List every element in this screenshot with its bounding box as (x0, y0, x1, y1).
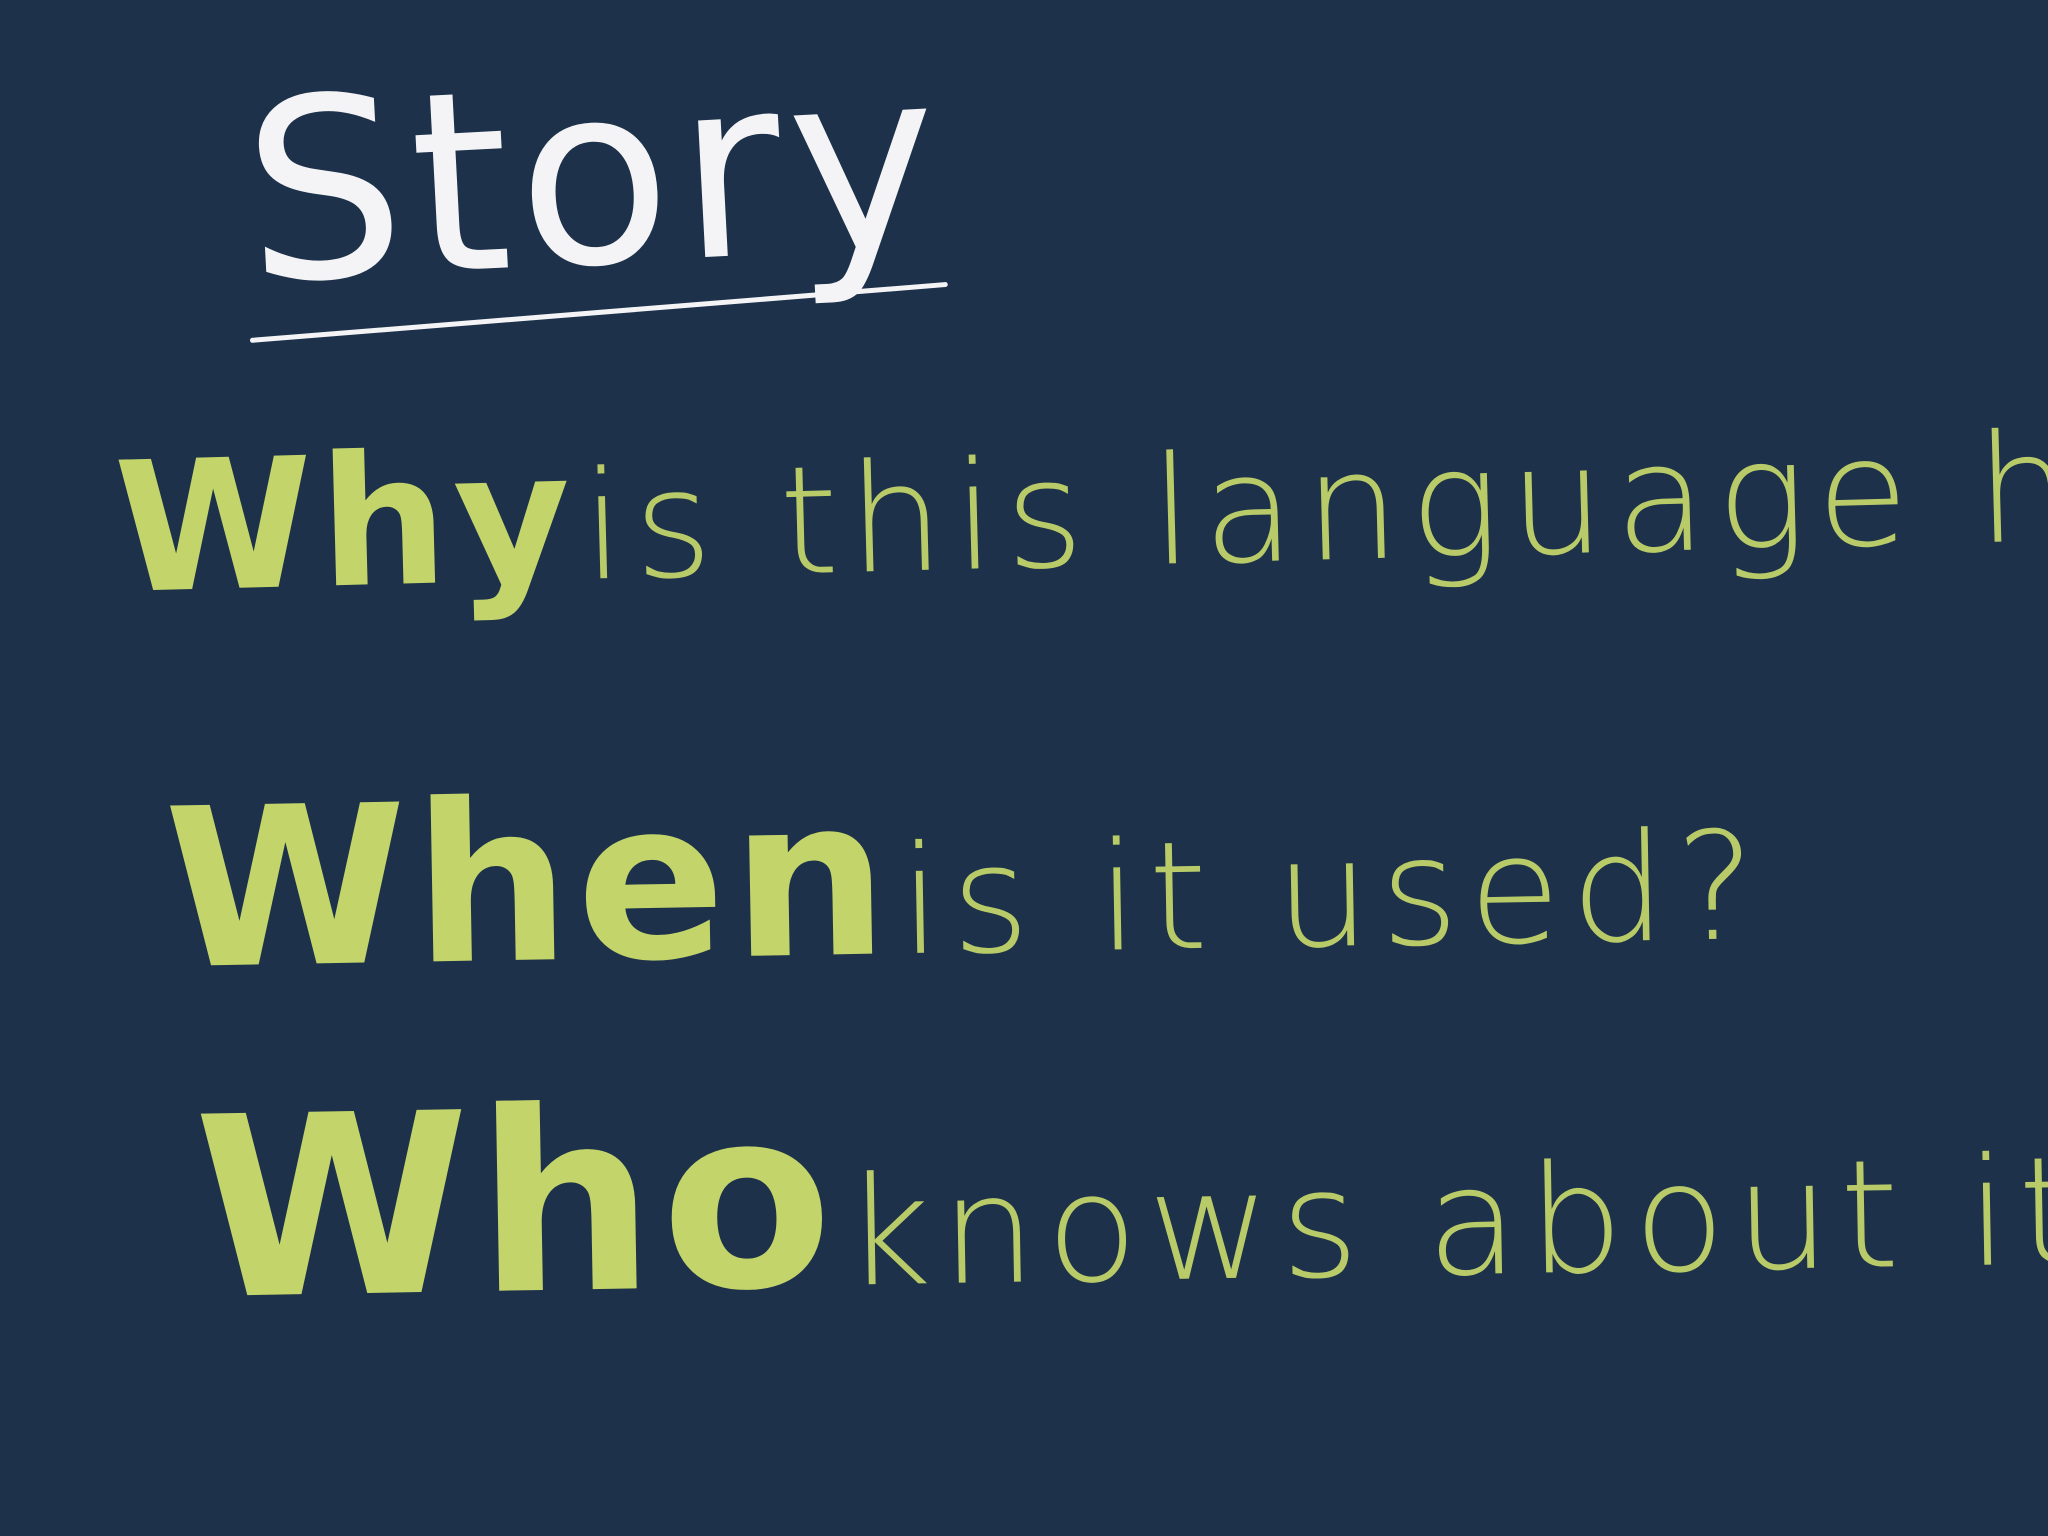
question-word-why: Why (112, 412, 580, 634)
question-word-when: When (162, 749, 897, 1018)
question-line-who: Who knows about it? (192, 1050, 2048, 1355)
question-text-why: is this language here? (579, 392, 2048, 615)
question-line-why: Why is this language here? (112, 379, 2048, 634)
page-title: Story (237, 12, 953, 340)
question-word-who: Who (192, 1052, 841, 1355)
whiteboard-canvas: Story Why is this language here? When is… (0, 0, 2048, 1536)
question-text-when: is it used? (898, 800, 1767, 990)
question-line-when: When is it used? (163, 749, 1767, 1018)
question-text-who: knows about it? (842, 1123, 2048, 1321)
